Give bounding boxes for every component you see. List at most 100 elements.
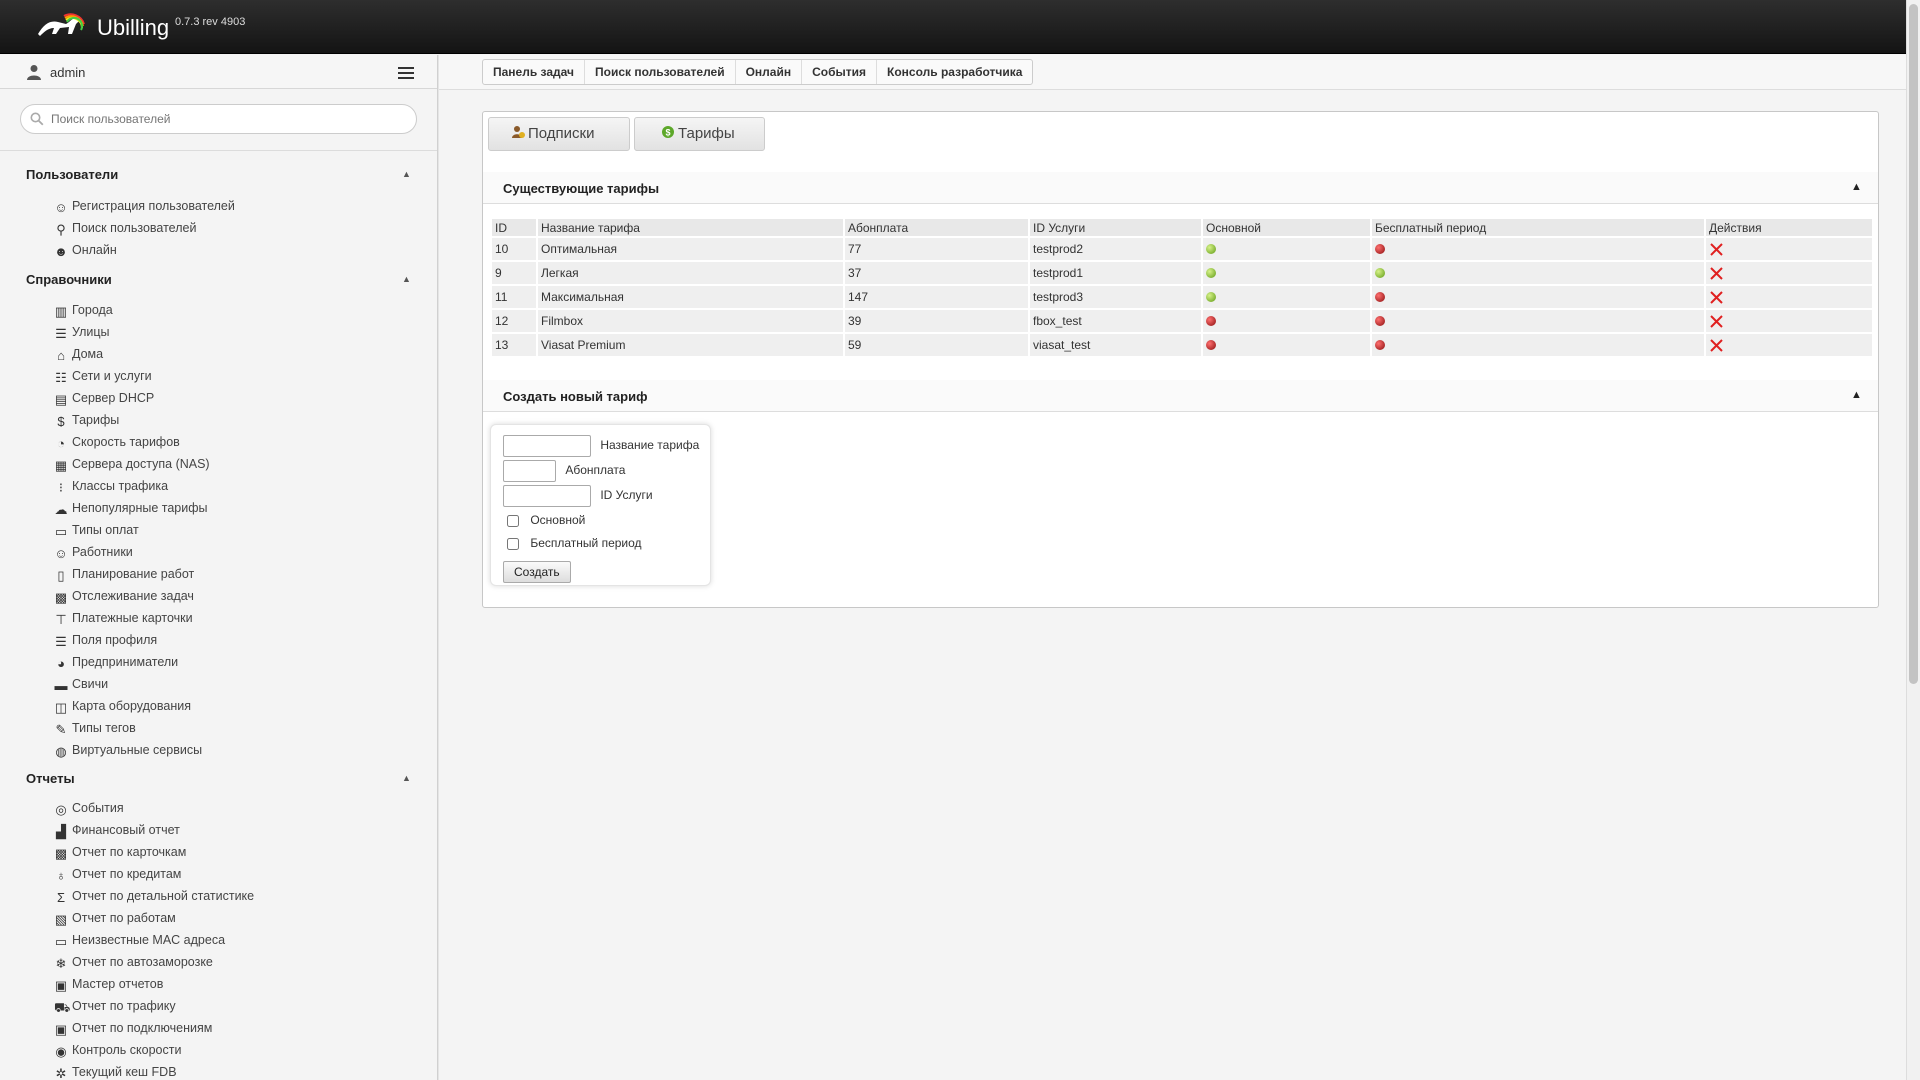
sidebar-item-financial-report[interactable]: ▟ Финансовый отчет xyxy=(54,823,180,841)
sidebar-item-tariffs[interactable]: $ Тарифы xyxy=(54,413,119,431)
sidebar-item-payment-types[interactable]: ▭ Типы оплат xyxy=(54,523,139,541)
breadcrumb-events[interactable]: События xyxy=(802,60,878,84)
cell-id: 9 xyxy=(492,262,536,284)
sidebar-item-user-search[interactable]: ⚲ Поиск пользователей xyxy=(54,221,196,239)
tariff-fee-input[interactable] xyxy=(503,460,556,482)
sidebar-item-detailed-stats-report[interactable]: Σ Отчет по детальной статистике xyxy=(54,889,254,907)
cell-name: Максимальная xyxy=(538,286,843,308)
sidebar-item-payment-cards[interactable]: ⊤ Платежные карточки xyxy=(54,611,192,629)
current-user-name[interactable]: admin xyxy=(50,65,85,80)
sidebar-item-connections-report[interactable]: ▣ Отчет по подключениям xyxy=(54,1021,213,1039)
sidebar-item-report-wizard[interactable]: ▣ Мастер отчетов xyxy=(54,977,164,995)
sidebar-item-houses[interactable]: ⌂ Дома xyxy=(54,347,103,365)
column-header-actions[interactable]: Действия xyxy=(1706,219,1872,236)
section-title-directories[interactable]: Справочники xyxy=(26,272,112,287)
sidebar-item-streets[interactable]: ☰ Улицы xyxy=(54,325,109,343)
column-header-id[interactable]: ID xyxy=(492,219,536,236)
ubilling-logo[interactable] xyxy=(36,10,86,40)
table-header-row: ID Название тарифа Абонплата ID Услуги О… xyxy=(492,219,1872,236)
sidebar-item-works-report[interactable]: ▧ Отчет по работам xyxy=(54,911,176,929)
column-header-service-id[interactable]: ID Услуги xyxy=(1030,219,1201,236)
cell-fee: 59 xyxy=(845,334,1028,356)
column-header-name[interactable]: Название тарифа xyxy=(538,219,843,236)
sidebar-item-work-planning[interactable]: ▯ Планирование работ xyxy=(54,567,194,585)
sidebar-item-dhcp[interactable]: ▤ Сервер DHCP xyxy=(54,391,154,409)
sidebar-item-credits-report[interactable]: ♁ Отчет по кредитам xyxy=(54,867,181,885)
cell-service-id: testprod2 xyxy=(1030,238,1201,260)
breadcrumb-dev-console[interactable]: Консоль разработчика xyxy=(877,60,1032,84)
virtual-services-icon: ◍ xyxy=(55,744,67,759)
service-id-input[interactable] xyxy=(503,485,591,507)
tariff-name-input[interactable] xyxy=(503,435,591,457)
sidebar-item-cards-report[interactable]: ▩ Отчет по карточкам xyxy=(54,845,186,863)
status-indicator-icon xyxy=(1375,292,1385,302)
subscriptions-tab-button[interactable]: Подписки xyxy=(488,117,630,151)
sidebar-item-virtual-services[interactable]: ◍ Виртуальные сервисы xyxy=(54,743,202,761)
sidebar-item-task-tracking[interactable]: ▩ Отслеживание задач xyxy=(54,589,194,607)
cell-actions xyxy=(1706,238,1872,260)
tariffs-tab-button[interactable]: $ Тарифы xyxy=(634,117,765,151)
sidebar-item-unknown-mac[interactable]: ▭ Неизвестные MAC адреса xyxy=(54,933,225,951)
status-indicator-icon xyxy=(1375,340,1385,350)
section-title-reports[interactable]: Отчеты xyxy=(26,771,75,786)
delete-icon[interactable] xyxy=(1709,242,1724,257)
sidebar-item-profile-fields[interactable]: ☰ Поля профиля xyxy=(54,633,157,651)
version-label: 0.7.3 rev 4903 xyxy=(175,16,246,28)
delete-icon[interactable] xyxy=(1709,266,1724,281)
status-indicator-icon xyxy=(1206,316,1216,326)
delete-icon[interactable] xyxy=(1709,290,1724,305)
sidebar-item-cities[interactable]: ▥ Города xyxy=(54,303,113,321)
breadcrumb-user-search[interactable]: Поиск пользователей xyxy=(585,60,736,84)
sidebar-item-online[interactable]: ☻ Онлайн xyxy=(54,243,117,261)
sidebar-item-speed-control[interactable]: ◉ Контроль скорости xyxy=(54,1043,181,1061)
breadcrumb-dashboard[interactable]: Панель задач xyxy=(483,60,585,84)
check-circle-icon: ◎ xyxy=(55,802,67,817)
sidebar-item-tariff-speeds[interactable]: ◔ Скорость тарифов xyxy=(54,435,180,453)
city-icon: ▥ xyxy=(54,304,68,319)
section-title-users[interactable]: Пользователи xyxy=(26,167,118,182)
collapse-arrow-icon[interactable]: ▲ xyxy=(402,773,411,783)
scrollbar-thumb[interactable] xyxy=(1909,4,1918,684)
sidebar-item-fdb-cache[interactable]: ✲ Текущий кеш FDB xyxy=(54,1065,177,1080)
delete-icon[interactable] xyxy=(1709,314,1724,329)
sidebar-item-networks[interactable]: ☷ Сети и услуги xyxy=(54,369,151,387)
collapse-arrow-icon[interactable]: ▲ xyxy=(1851,389,1862,401)
sidebar-item-entrepreneurs[interactable]: ◕ Предприниматели xyxy=(54,655,178,673)
delete-icon[interactable] xyxy=(1709,338,1724,353)
cell-service-id: fbox_test xyxy=(1030,310,1201,332)
main-tariff-checkbox[interactable] xyxy=(507,514,519,527)
sidebar-item-nas[interactable]: ▦ Сервера доступа (NAS) xyxy=(54,457,210,475)
column-header-fee[interactable]: Абонплата xyxy=(845,219,1028,236)
breadcrumb-online[interactable]: Онлайн xyxy=(736,60,803,84)
collapse-arrow-icon[interactable]: ▲ xyxy=(402,274,411,284)
hamburger-menu-icon[interactable] xyxy=(398,67,414,79)
traffic-report-icon: ⛟ xyxy=(54,1000,71,1015)
sidebar-item-user-registration[interactable]: ☺ Регистрация пользователей xyxy=(54,199,235,217)
sidebar-item-autofreeze-report[interactable]: ❄ Отчет по автозаморозке xyxy=(54,955,213,973)
create-tariff-header[interactable]: Создать новый тариф ▲ xyxy=(483,380,1878,412)
status-indicator-icon xyxy=(1206,292,1216,302)
column-header-main[interactable]: Основной xyxy=(1203,219,1370,236)
user-search-input[interactable] xyxy=(20,104,417,134)
create-tariff-button[interactable]: Создать xyxy=(503,561,571,583)
sidebar-item-equipment-map[interactable]: ◫ Карта оборудования xyxy=(54,699,191,717)
brand-name[interactable]: Ubilling xyxy=(97,15,169,41)
sidebar-item-traffic-report[interactable]: ⛟ Отчет по трафику xyxy=(54,999,176,1017)
sidebar-item-traffic-classes[interactable]: ⁝ Классы трафика xyxy=(54,479,168,497)
sidebar-item-events[interactable]: ◎ События xyxy=(54,801,123,819)
coin-icon: $ xyxy=(662,126,674,138)
collapse-arrow-icon[interactable]: ▲ xyxy=(1851,181,1862,193)
sidebar-item-switches[interactable]: ▬ Свичи xyxy=(54,677,109,695)
cell-fee: 37 xyxy=(845,262,1028,284)
column-header-free-period[interactable]: Бесплатный период xyxy=(1372,219,1704,236)
sidebar-item-unpopular-tariffs[interactable]: ☁ Непопулярные тарифы xyxy=(54,501,208,519)
sidebar-item-workers[interactable]: ☺ Работники xyxy=(54,545,132,563)
cell-service-id: viasat_test xyxy=(1030,334,1201,356)
existing-tariffs-header[interactable]: Существующие тарифы ▲ xyxy=(483,172,1878,204)
cell-fee: 39 xyxy=(845,310,1028,332)
sidebar-item-tag-types[interactable]: ✎ Типы тегов xyxy=(54,721,136,739)
page-scrollbar[interactable] xyxy=(1906,0,1920,1080)
collapse-arrow-icon[interactable]: ▲ xyxy=(402,169,411,179)
free-period-checkbox[interactable] xyxy=(507,537,519,550)
dollar-icon: $ xyxy=(57,414,65,429)
